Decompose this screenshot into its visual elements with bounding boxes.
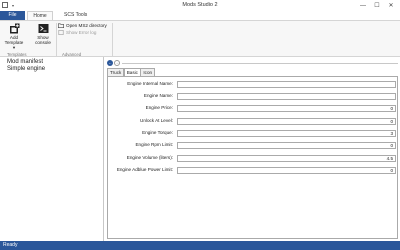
status-bar: Ready	[0, 241, 400, 250]
tab-scs-tools[interactable]: SCS Tools	[58, 11, 93, 20]
engine-volume-label: Engine Volume (liters):	[126, 155, 173, 160]
tree-item-simple-engine[interactable]: Simple engine	[0, 66, 103, 73]
add-template-label: Add Template	[4, 35, 24, 45]
add-template-icon	[9, 23, 20, 34]
ribbon: Add Template ▾ Show console Open MS2 dir…	[0, 20, 400, 57]
tab-truck[interactable]: Truck	[107, 68, 125, 76]
nav-divider	[122, 63, 398, 64]
folder-icon	[58, 23, 64, 28]
tab-file[interactable]: File	[0, 11, 25, 20]
content-tabs: Truck Basic Icon	[107, 68, 156, 77]
window-title: Mods Studio 2	[182, 2, 218, 8]
status-text: Ready	[3, 242, 18, 248]
window-controls: — ☐ ✕	[356, 0, 398, 11]
engine-name-label: Engine Name:	[143, 93, 173, 98]
engine-price-field[interactable]: 0	[177, 105, 396, 112]
show-console-label: Show console	[35, 35, 51, 45]
editor-panel: ← → Truck Basic Icon Engine Internal Nam…	[105, 57, 400, 241]
open-ms2-directory-button[interactable]: Open MS2 directory	[58, 22, 107, 28]
mod-tree-panel: Mod manifest Simple engine	[0, 57, 104, 241]
ribbon-tab-strip: File Home SCS Tools	[0, 11, 400, 20]
basic-tab-page: Engine Internal Name: Engine Name: Engin…	[107, 76, 398, 239]
minimize-button[interactable]: —	[356, 0, 370, 11]
forward-button[interactable]: →	[114, 60, 120, 66]
engine-name-field[interactable]	[177, 93, 396, 100]
unlock-at-level-field[interactable]: 0	[177, 118, 396, 125]
maximize-button[interactable]: ☐	[370, 0, 384, 11]
open-ms2-directory-label: Open MS2 directory	[66, 22, 107, 28]
engine-adblue-power-limit-field[interactable]: 0	[177, 167, 396, 174]
ribbon-separator	[112, 23, 113, 56]
error-log-icon	[58, 29, 64, 35]
tree-item-mod-manifest[interactable]: Mod manifest	[0, 59, 103, 66]
show-error-log-button[interactable]: Show Error log	[58, 29, 96, 35]
add-template-button[interactable]: Add Template ▾	[3, 23, 25, 50]
show-error-log-label: Show Error log	[66, 29, 97, 35]
engine-rpm-limit-label: Engine Rpm Limit:	[135, 142, 173, 147]
tab-icon[interactable]: Icon	[140, 68, 156, 76]
engine-internal-name-label: Engine Internal Name:	[127, 81, 173, 86]
engine-internal-name-field[interactable]	[177, 81, 396, 88]
back-button[interactable]: ←	[107, 60, 113, 66]
tab-home[interactable]: Home	[27, 11, 53, 20]
title-bar: ▾ Mods Studio 2 — ☐ ✕	[0, 0, 400, 11]
unlock-at-level-label: Unlock At Level:	[140, 118, 173, 123]
show-console-button[interactable]: Show console	[32, 23, 54, 45]
engine-volume-field[interactable]: 4.5	[177, 155, 396, 162]
engine-price-label: Engine Price:	[145, 105, 173, 110]
engine-torque-label: Engine Torque:	[142, 130, 173, 135]
engine-adblue-power-limit-label: Engine Adblue Power Limit:	[116, 167, 173, 172]
ribbon-separator	[56, 23, 57, 56]
console-icon	[38, 23, 49, 34]
navigation-bar: ← →	[105, 59, 400, 67]
engine-torque-field[interactable]: 3	[177, 130, 396, 137]
engine-rpm-limit-field[interactable]: 0	[177, 142, 396, 149]
add-template-dropdown-icon: ▾	[12, 45, 16, 50]
close-button[interactable]: ✕	[384, 0, 398, 11]
